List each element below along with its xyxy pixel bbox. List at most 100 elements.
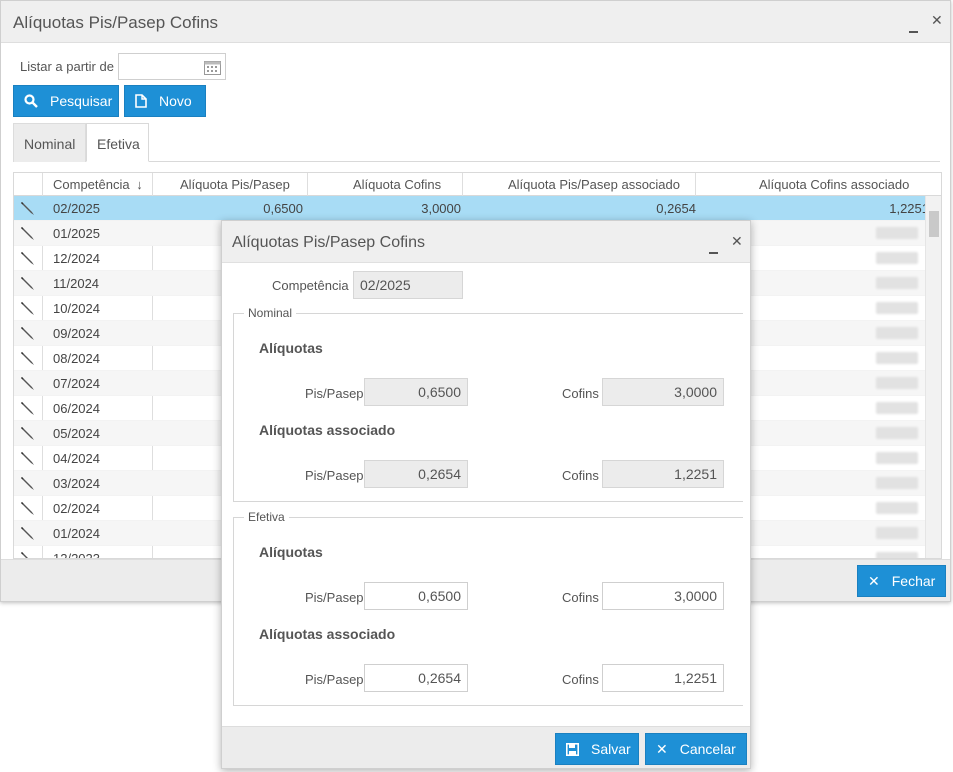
cancel-button-label: Cancelar [679,741,736,757]
cofins-cell: 3,0000 [421,201,461,216]
minimize-icon[interactable] [909,20,918,36]
nominal-pis-assoc-field: 0,2654 [364,460,468,488]
dialog-titlebar: Alíquotas Pis/Pasep Cofins ✕ [222,221,750,263]
new-button[interactable]: Novo [124,85,206,117]
obscured-value [876,552,918,558]
document-icon [135,94,147,108]
pencil-icon[interactable] [20,550,36,559]
nominal-pis-label: Pis/Pasep [305,386,364,401]
obscured-value [876,252,918,264]
obscured-value [876,277,918,289]
efetiva-fieldset: Efetiva Alíquotas Pis/Pasep 0,6500 Cofin… [233,510,743,706]
nominal-legend: Nominal [244,306,297,320]
obscured-value [876,402,918,414]
pencil-icon[interactable] [20,425,36,441]
nominal-cofins-field: 3,0000 [602,378,724,406]
efetiva-pis-input[interactable]: 0,6500 [364,582,468,610]
tab-nominal[interactable]: Nominal [13,123,86,162]
filter-label: Listar a partir de [20,59,114,74]
pencil-icon[interactable] [20,225,36,241]
nominal-pis-field: 0,6500 [364,378,468,406]
competencia-cell: 03/2024 [53,476,100,491]
pencil-icon[interactable] [20,500,36,516]
efetiva-legend: Efetiva [244,510,289,524]
obscured-value [876,427,918,439]
nominal-cofins-assoc-label: Cofins [562,468,599,483]
tab-efetiva[interactable]: Efetiva [86,123,149,162]
close-x-icon: ✕ [868,572,880,589]
pencil-icon[interactable] [20,325,36,341]
search-button[interactable]: Pesquisar [13,85,119,117]
obscured-value [876,352,918,364]
efetiva-pis-assoc-input[interactable]: 0,2654 [364,664,468,692]
obscured-value [876,527,918,539]
obscured-value [876,327,918,339]
pis-assoc-cell: 0,2654 [656,201,696,216]
competencia-field: 02/2025 [353,271,463,299]
pencil-icon[interactable] [20,200,36,216]
competencia-cell: 06/2024 [53,401,100,416]
pencil-icon[interactable] [20,525,36,541]
competencia-cell: 07/2024 [53,376,100,391]
nominal-fieldset: Nominal Alíquotas Pis/Pasep 0,6500 Cofin… [233,306,743,502]
date-filter-input[interactable] [118,53,226,80]
pencil-icon[interactable] [20,350,36,366]
pencil-icon[interactable] [20,375,36,391]
column-header-competencia[interactable]: Competência ↓ [53,177,143,192]
save-icon [566,742,579,756]
tab-efetiva-label: Efetiva [97,136,140,152]
nominal-associado-heading: Alíquotas associado [259,422,396,438]
competencia-cell: 11/2024 [53,276,100,291]
column-header-cofins[interactable]: Alíquota Cofins [353,177,441,192]
pencil-icon[interactable] [20,475,36,491]
close-icon[interactable]: ✕ [931,12,943,29]
dialog-title: Alíquotas Pis/Pasep Cofins [232,234,425,251]
pis-cell: 0,6500 [263,201,303,216]
search-button-label: Pesquisar [50,93,113,109]
search-icon [24,94,38,108]
close-button[interactable]: ✕ Fechar [857,565,946,597]
vertical-scrollbar[interactable] [925,196,941,558]
nominal-aliquotas-heading: Alíquotas [259,340,323,356]
column-header-cofins-associado[interactable]: Alíquota Cofins associado [759,177,909,192]
competencia-cell: 01/2025 [53,226,100,241]
table-row[interactable]: 02/2025 0,6500 3,0000 0,2654 1,2251 [14,196,929,221]
efetiva-pis-assoc-label: Pis/Pasep [305,672,364,687]
save-button[interactable]: Salvar [555,733,639,765]
calendar-icon[interactable] [204,59,221,75]
competencia-cell: 10/2024 [53,301,100,316]
obscured-value [876,477,918,489]
obscured-value [876,377,918,389]
pencil-icon[interactable] [20,400,36,416]
pencil-icon[interactable] [20,300,36,316]
efetiva-cofins-input[interactable]: 3,0000 [602,582,724,610]
obscured-value [876,227,918,239]
column-header-pis[interactable]: Alíquota Pis/Pasep [180,177,290,192]
pencil-icon[interactable] [20,250,36,266]
save-button-label: Salvar [591,741,631,757]
nominal-cofins-assoc-field: 1,2251 [602,460,724,488]
competencia-cell: 01/2024 [53,526,100,541]
nominal-pis-assoc-label: Pis/Pasep [305,468,364,483]
dialog-footer: Salvar ✕ Cancelar [222,726,750,768]
efetiva-cofins-assoc-input[interactable]: 1,2251 [602,664,724,692]
close-icon[interactable]: ✕ [731,233,743,250]
competencia-cell: 02/2024 [53,501,100,516]
minimize-icon[interactable] [709,241,718,257]
obscured-value [876,502,918,514]
competencia-cell: 02/2025 [53,201,100,216]
competencia-label: Competência [272,278,349,293]
competencia-cell: 09/2024 [53,326,100,341]
efetiva-cofins-assoc-label: Cofins [562,672,599,687]
competencia-cell: 08/2024 [53,351,100,366]
efetiva-cofins-label: Cofins [562,590,599,605]
pencil-icon[interactable] [20,275,36,291]
window-title: Alíquotas Pis/Pasep Cofins [13,13,219,32]
edit-dialog: Alíquotas Pis/Pasep Cofins ✕ Competência… [221,220,751,769]
cancel-button[interactable]: ✕ Cancelar [645,733,747,765]
column-header-pis-associado[interactable]: Alíquota Pis/Pasep associado [508,177,680,192]
pencil-icon[interactable] [20,450,36,466]
competencia-cell: 04/2024 [53,451,100,466]
scrollbar-thumb[interactable] [929,211,939,237]
tab-nominal-label: Nominal [24,136,76,152]
